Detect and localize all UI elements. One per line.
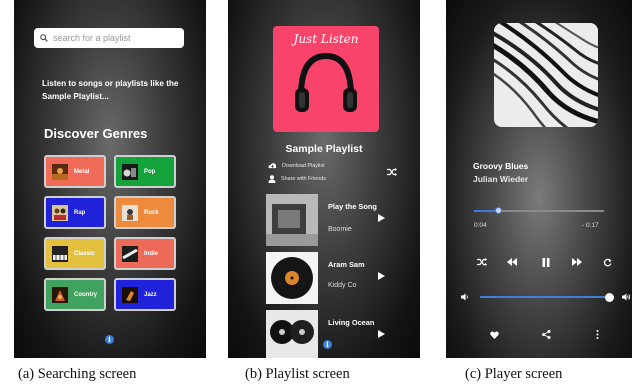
track-title: Play the Song (328, 202, 377, 211)
share-icon[interactable] (542, 330, 551, 339)
headphones-icon (295, 52, 357, 112)
repeat-icon[interactable] (601, 258, 613, 269)
user-icon (268, 175, 276, 183)
cloud-download-icon (268, 163, 277, 169)
search-input[interactable] (53, 33, 173, 43)
progress-handle[interactable] (495, 207, 503, 214)
share-with-friends-button[interactable]: Share with Friends (268, 175, 326, 183)
track-artist: Kiddy Co (328, 282, 357, 289)
play-icon[interactable] (378, 330, 385, 338)
genre-label: Pop (144, 168, 156, 175)
genre-tile-country[interactable]: Country (44, 278, 106, 311)
genre-label: Classic (74, 250, 96, 257)
searching-screen: Listen to songs or playlists like the Sa… (14, 0, 206, 358)
share-with-friends-label: Share with Friends (281, 176, 326, 182)
info-icon[interactable]: i (323, 340, 332, 349)
track-cover-image (266, 310, 318, 358)
song-title: Groovy Blues (473, 161, 529, 171)
info-icon[interactable]: i (105, 335, 114, 344)
heart-icon[interactable] (490, 331, 499, 339)
search-bar[interactable] (34, 28, 184, 48)
download-playlist-button[interactable]: Download Playlist (268, 162, 325, 169)
genre-tile-jazz[interactable]: Jazz (114, 278, 176, 311)
track-title: Living Ocean (328, 318, 375, 327)
rewind-icon[interactable] (506, 258, 518, 268)
genre-tile-classic[interactable]: Classic (44, 237, 106, 270)
track-cover-image (266, 194, 318, 246)
caption-playlist: (b) Playlist screen (245, 366, 350, 382)
progress-slider[interactable] (474, 207, 604, 215)
pop-genre-image (122, 163, 138, 180)
more-options-icon[interactable] (596, 330, 599, 339)
classic-genre-image (52, 245, 68, 262)
genre-tile-rap[interactable]: Rap (44, 196, 106, 229)
track-artist: Boomie (328, 226, 352, 233)
rap-genre-image (52, 204, 68, 221)
jazz-genre-image (122, 286, 138, 303)
genre-tile-indie[interactable]: Indie (114, 237, 176, 270)
genre-tile-pop[interactable]: Pop (114, 155, 176, 188)
play-icon[interactable] (378, 272, 385, 280)
pause-icon[interactable] (540, 258, 552, 269)
genre-label: Jazz (144, 291, 157, 298)
volume-high-icon (622, 293, 631, 301)
playlist-screen: Just Listen Sample Playlist Download Pla… (228, 0, 420, 358)
shuffle-icon[interactable] (476, 258, 488, 268)
genre-tile-metal[interactable]: Metal (44, 155, 106, 188)
track-row[interactable]: Aram Sam Kiddy Co (266, 252, 416, 304)
volume-slider[interactable] (480, 292, 616, 302)
elapsed-time: 0:04 (474, 222, 487, 229)
intro-text: Listen to songs or playlists like the Sa… (42, 79, 179, 101)
genre-label: Country (74, 291, 97, 298)
genre-label: Indie (144, 250, 159, 257)
track-row[interactable]: Living Ocean (266, 310, 416, 358)
track-row[interactable]: Play the Song Boomie (266, 194, 416, 246)
genre-label: Rock (144, 209, 159, 216)
metal-genre-image (52, 163, 68, 180)
volume-low-icon (461, 293, 468, 301)
search-icon (40, 29, 48, 47)
rock-genre-image (122, 204, 138, 221)
player-screen: Groovy Blues Julian Wieder 0:04 - 0:17 (446, 0, 632, 358)
album-cover (494, 23, 598, 127)
shuffle-icon[interactable] (387, 168, 397, 176)
caption-searching: (a) Searching screen (18, 366, 137, 382)
fast-forward-icon[interactable] (571, 258, 583, 268)
volume-fill (480, 296, 610, 298)
caption-player: (c) Player screen (465, 366, 563, 382)
genre-label: Metal (74, 168, 90, 175)
indie-genre-image (122, 245, 138, 262)
play-icon[interactable] (378, 214, 385, 222)
volume-handle[interactable] (604, 292, 614, 302)
discover-genres-title: Discover Genres (44, 126, 148, 141)
download-playlist-label: Download Playlist (282, 162, 325, 169)
genre-tile-rock[interactable]: Rock (114, 196, 176, 229)
song-artist: Julian Wieder (473, 174, 529, 184)
playlist-title: Sample Playlist (285, 143, 363, 155)
track-cover-image (266, 252, 318, 304)
track-title: Aram Sam (328, 260, 365, 269)
country-genre-image (52, 286, 68, 303)
remaining-time: - 0:17 (582, 222, 599, 229)
playlist-cover: Just Listen (273, 26, 379, 132)
genre-label: Rap (74, 209, 86, 216)
